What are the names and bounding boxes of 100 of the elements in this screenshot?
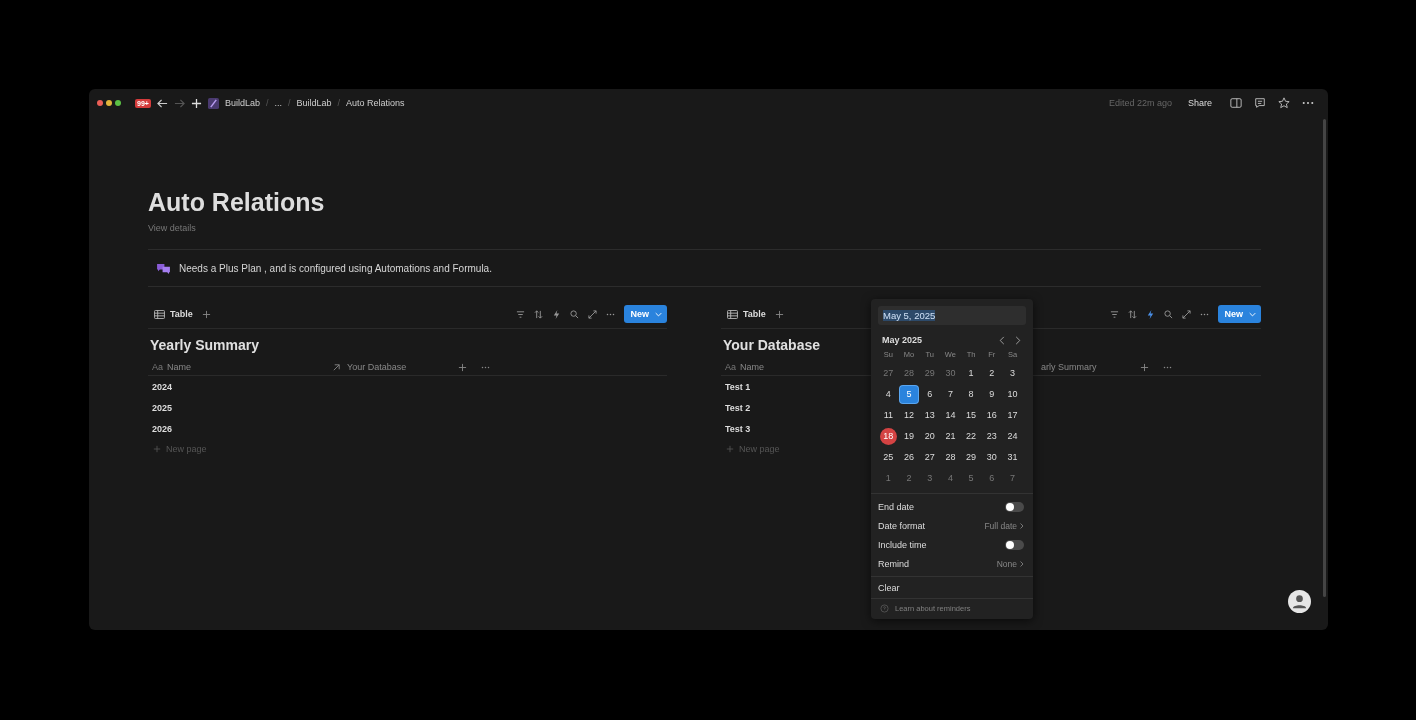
comment-icon[interactable] [1254, 97, 1266, 109]
breadcrumb-link[interactable]: ... [274, 98, 282, 108]
column-header[interactable]: Your Database [332, 362, 444, 372]
date-input[interactable]: May 5, 2025 [878, 306, 1026, 325]
add-column-icon[interactable] [458, 362, 467, 372]
calendar-day[interactable]: 14 [941, 407, 960, 424]
calendar-day[interactable]: 5 [961, 470, 981, 487]
database-title: Your Database [723, 337, 820, 353]
calendar-day[interactable]: 21 [941, 428, 960, 445]
sort-icon[interactable] [1128, 309, 1138, 319]
calendar-day[interactable]: 11 [879, 407, 898, 424]
avatar[interactable] [1288, 590, 1311, 613]
calendar-day[interactable]: 30 [982, 449, 1002, 466]
row-name[interactable]: Test 2 [725, 402, 751, 413]
sidebar-panel-icon[interactable] [1230, 97, 1242, 109]
search-icon[interactable] [570, 309, 580, 319]
calendar-day[interactable]: 10 [1003, 386, 1022, 403]
calendar-day[interactable]: 2 [899, 470, 919, 487]
calendar-day[interactable]: 6 [920, 386, 940, 403]
calendar-day[interactable]: 29 [961, 449, 981, 466]
star-icon[interactable] [1278, 97, 1290, 109]
search-icon[interactable] [1164, 309, 1174, 319]
filter-icon[interactable] [516, 309, 526, 319]
share-button[interactable]: Share [1181, 98, 1218, 108]
sort-icon[interactable] [534, 309, 544, 319]
month-label: May 2025 [882, 335, 923, 345]
calendar-day[interactable]: 8 [961, 386, 981, 403]
calendar-day[interactable]: 18 [879, 428, 897, 445]
calendar-day[interactable]: 17 [1003, 407, 1022, 424]
calendar-day[interactable]: 16 [982, 407, 1002, 424]
row-name[interactable]: Test 3 [725, 423, 751, 434]
calendar-day[interactable]: 4 [941, 470, 960, 487]
expand-icon[interactable] [1182, 309, 1192, 319]
calendar-day[interactable]: 25 [879, 449, 898, 466]
calendar-day[interactable]: 4 [879, 386, 898, 403]
calendar-day[interactable]: 1 [961, 365, 981, 382]
add-icon[interactable] [190, 97, 202, 109]
view-tab[interactable]: Table [727, 309, 766, 319]
add-column-icon[interactable] [1140, 362, 1149, 372]
column-header[interactable]: Aa Name [152, 362, 318, 372]
calendar-day[interactable]: 20 [920, 428, 940, 445]
calendar-day[interactable]: 13 [920, 407, 940, 424]
filter-icon[interactable] [1110, 309, 1120, 319]
calendar-day[interactable]: 26 [899, 449, 919, 466]
row-name[interactable]: 2024 [152, 381, 173, 392]
breadcrumb-link[interactable]: Auto Relations [346, 98, 405, 108]
option-label: Date format [878, 520, 926, 531]
calendar-day[interactable]: 3 [920, 470, 940, 487]
calendar-day[interactable]: 2 [982, 365, 1002, 382]
calendar-day[interactable]: 29 [920, 365, 940, 382]
next-month-icon[interactable] [1015, 335, 1021, 345]
add-view-icon[interactable] [774, 309, 784, 319]
option-value[interactable]: Full date [984, 520, 1024, 531]
calendar-day[interactable]: 5 [899, 386, 919, 403]
table-icon [727, 309, 738, 319]
calendar-day[interactable]: 1 [879, 470, 898, 487]
chevron-icon [1020, 560, 1024, 567]
calendar-day[interactable]: 23 [982, 428, 1002, 445]
option-label: Remind [878, 558, 909, 569]
expand-icon[interactable] [588, 309, 598, 319]
add-icon [153, 445, 161, 453]
row-name[interactable]: 2025 [152, 402, 173, 413]
option-value[interactable]: None [996, 558, 1024, 569]
calendar-day[interactable]: 22 [961, 428, 981, 445]
calendar-day[interactable]: 27 [879, 365, 898, 382]
calendar-day[interactable]: 3 [1003, 365, 1022, 382]
calendar-day[interactable]: 12 [899, 407, 919, 424]
calendar-day[interactable]: 30 [941, 365, 960, 382]
previous-month-icon[interactable] [999, 335, 1005, 345]
clear-button[interactable]: Clear [871, 576, 1033, 598]
back-icon[interactable] [156, 97, 168, 109]
window-controls[interactable] [97, 100, 121, 106]
calendar-day[interactable]: 7 [1003, 470, 1022, 487]
new-button[interactable]: New [624, 305, 667, 323]
calendar-day[interactable]: 6 [982, 470, 1002, 487]
add-view-icon[interactable] [201, 309, 211, 319]
calendar-day[interactable]: 15 [961, 407, 981, 424]
chevron-icon [1020, 522, 1024, 529]
row-name[interactable]: Test 1 [725, 381, 751, 392]
calendar-day[interactable]: 24 [1003, 428, 1022, 445]
row-name[interactable]: 2026 [152, 423, 173, 434]
calendar-day[interactable]: 27 [920, 449, 940, 466]
callout-text: Needs a Plus Plan , and is configured using Automations and Formula. [179, 262, 492, 274]
calendar-day[interactable]: 31 [1003, 449, 1022, 466]
toggle-switch[interactable] [1005, 539, 1024, 550]
calendar-day[interactable]: 7 [941, 386, 960, 403]
view-tab[interactable]: Table [154, 309, 193, 319]
calendar-day[interactable]: 28 [941, 449, 960, 466]
calendar-day[interactable]: 19 [899, 428, 919, 445]
lightning-icon[interactable] [1146, 309, 1156, 319]
breadcrumb-link[interactable]: BuildLab [224, 98, 260, 108]
new-button[interactable]: New [1218, 305, 1261, 323]
column-header[interactable]: arly Summary [1041, 362, 1126, 372]
breadcrumb-separator: / [337, 98, 340, 108]
view-details-link[interactable]: View details [148, 223, 196, 233]
calendar-day[interactable]: 28 [899, 365, 919, 382]
breadcrumb-link[interactable]: BuildLab [296, 98, 332, 108]
lightning-icon[interactable] [552, 309, 562, 319]
calendar-day[interactable]: 9 [982, 386, 1002, 403]
toggle-switch[interactable] [1005, 501, 1024, 512]
